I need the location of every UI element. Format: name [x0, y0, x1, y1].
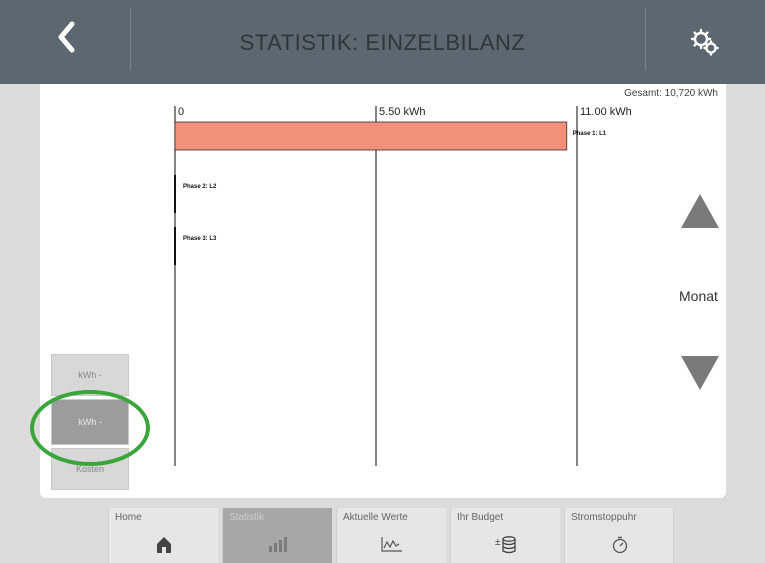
bar-label: Phase 2: L2: [183, 184, 217, 190]
tick-label: 5.50 kWh: [379, 106, 426, 118]
chevron-left-icon: [58, 21, 75, 53]
gears-icon: [690, 28, 719, 56]
settings-button[interactable]: [645, 0, 765, 74]
line-chart-icon: [337, 536, 447, 557]
tab-label: Aktuelle Werte: [343, 512, 408, 523]
tick-label: 0: [178, 106, 185, 118]
tab-label: Ihr Budget: [457, 512, 504, 523]
bar-label: Phase 3: L3: [183, 236, 217, 242]
triangle-down-icon[interactable]: [681, 356, 719, 390]
triangle-up-icon[interactable]: [681, 194, 719, 228]
tab-label: Statistik: [229, 512, 265, 523]
tab-statistik[interactable]: Statistik: [222, 508, 332, 563]
bar-chart-icon: [223, 536, 333, 557]
bar-label: Phase 1: L1: [572, 131, 607, 137]
tab-aktuelle-werte[interactable]: Aktuelle Werte: [336, 508, 446, 563]
coins-icon: ±: [451, 536, 561, 559]
tab-stromstoppuhr[interactable]: Stromstoppuhr: [564, 508, 674, 563]
stopwatch-icon: [565, 536, 675, 559]
tick-label: 11.00 kWh: [580, 106, 632, 118]
home-icon: [109, 536, 219, 559]
back-button[interactable]: [0, 0, 130, 74]
tab-label: Home: [115, 512, 142, 523]
app-header: STATISTIK: EINZELBILANZ: [0, 0, 765, 84]
tab-ihr-budget[interactable]: Ihr Budget ±: [450, 508, 560, 563]
svg-text:±: ±: [495, 537, 501, 548]
tab-home[interactable]: Home: [108, 508, 218, 563]
page-title: STATISTIK: EINZELBILANZ: [239, 30, 526, 55]
period-label: Monat: [679, 288, 718, 304]
tab-label: Stromstoppuhr: [571, 512, 637, 523]
highlight-circle: [30, 390, 150, 466]
bottom-tab-bar: Home Statistik Aktuelle Werte Ihr Budget…: [0, 508, 765, 563]
bar: [174, 121, 568, 151]
